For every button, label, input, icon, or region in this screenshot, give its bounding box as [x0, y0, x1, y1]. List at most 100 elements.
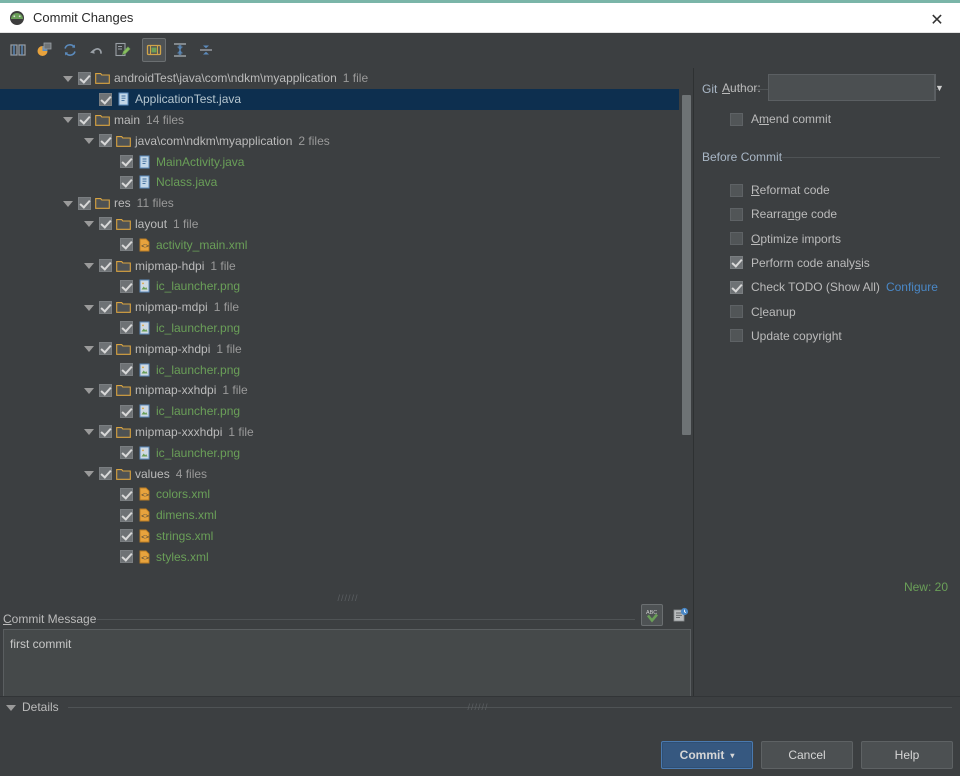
chevron-down-icon[interactable] [83, 218, 94, 229]
tree-row-checkbox[interactable] [99, 134, 112, 147]
tree-row-checkbox[interactable] [120, 280, 133, 293]
tree-row-checkbox[interactable] [120, 363, 133, 376]
tree-scrollbar[interactable] [679, 68, 693, 576]
cancel-button[interactable]: Cancel [761, 741, 853, 769]
tree-row-checkbox[interactable] [99, 342, 112, 355]
option-update-copyright[interactable]: Update copyright [730, 326, 842, 346]
chevron-down-icon [6, 702, 17, 713]
chevron-down-icon[interactable] [83, 385, 94, 396]
chevron-down-icon[interactable]: ▼ [934, 75, 944, 100]
tree-row[interactable]: main14 files [0, 110, 693, 131]
tree-row-checkbox[interactable] [120, 446, 133, 459]
tree-row-checkbox[interactable] [78, 197, 91, 210]
chevron-down-icon[interactable] [62, 73, 73, 84]
tree-row[interactable]: Nclass.java [0, 172, 693, 193]
tree-row[interactable]: <>colors.xml [0, 484, 693, 505]
tree-row-checkbox[interactable] [99, 93, 112, 106]
tree-splitter-grip[interactable]: ////// [330, 594, 366, 602]
tree-row-checkbox[interactable] [78, 113, 91, 126]
tree-row[interactable]: MainActivity.java [0, 151, 693, 172]
tree-row-checkbox[interactable] [120, 321, 133, 334]
tree-row[interactable]: ic_launcher.png [0, 401, 693, 422]
option-optimize-imports[interactable]: Optimize imports [730, 229, 841, 249]
chevron-down-icon[interactable] [83, 302, 94, 313]
group-by-directory-icon[interactable] [142, 38, 166, 62]
spellcheck-icon[interactable]: ABC [641, 604, 663, 626]
chevron-down-icon[interactable] [83, 260, 94, 271]
tree-row-checkbox[interactable] [120, 405, 133, 418]
tree-row[interactable]: <>strings.xml [0, 526, 693, 547]
tree-row-checkbox[interactable] [120, 238, 133, 251]
chevron-down-icon[interactable] [83, 135, 94, 146]
option-rearrange-code[interactable]: Rearrange code [730, 204, 837, 224]
tree-row[interactable]: ic_launcher.png [0, 276, 693, 297]
tree-row[interactable]: mipmap-mdpi1 file [0, 297, 693, 318]
tree-row[interactable]: <>styles.xml [0, 546, 693, 567]
chevron-down-icon[interactable] [83, 468, 94, 479]
tree-row[interactable]: mipmap-hdpi1 file [0, 255, 693, 276]
tree-row-count: 1 file [214, 300, 239, 314]
tree-row-checkbox[interactable] [120, 509, 133, 522]
tree-row[interactable]: <>activity_main.xml [0, 234, 693, 255]
chevron-down-icon[interactable] [62, 114, 73, 125]
tree-row-checkbox[interactable] [120, 176, 133, 189]
option-check-todo[interactable]: Check TODO (Show All)Configure [730, 277, 938, 297]
tree-row-checkbox[interactable] [78, 72, 91, 85]
configure-link[interactable]: Configure [886, 280, 938, 294]
commit-message-input[interactable] [8, 634, 678, 692]
tree-row-checkbox[interactable] [99, 425, 112, 438]
tree-row-checkbox[interactable] [99, 384, 112, 397]
tree-row-checkbox[interactable] [120, 488, 133, 501]
tree-row[interactable]: java\com\ndkm\myapplication2 files [0, 130, 693, 151]
collapse-all-icon[interactable] [194, 38, 218, 62]
tree-row-count: 1 file [222, 383, 247, 397]
tree-row-checkbox[interactable] [120, 529, 133, 542]
author-combobox[interactable]: ▼ [768, 74, 936, 101]
chevron-down-icon[interactable] [83, 426, 94, 437]
tree-row[interactable]: res11 files [0, 193, 693, 214]
tree-row-checkbox[interactable] [99, 301, 112, 314]
tree-row[interactable]: mipmap-xhdpi1 file [0, 338, 693, 359]
tree-row-checkbox[interactable] [99, 467, 112, 480]
chevron-down-icon[interactable] [62, 198, 73, 209]
tree-row[interactable]: values4 files [0, 463, 693, 484]
changed-files-tree[interactable]: androidTest\java\com\ndkm\myapplication1… [0, 68, 693, 576]
expand-all-icon[interactable] [168, 38, 192, 62]
tree-row[interactable]: androidTest\java\com\ndkm\myapplication1… [0, 68, 693, 89]
option-cleanup[interactable]: Cleanup [730, 302, 796, 322]
tree-row[interactable]: ApplicationTest.java [0, 89, 693, 110]
java-icon [137, 175, 152, 189]
amend-commit-checkbox[interactable]: Amend commit [730, 109, 831, 129]
tree-row-checkbox[interactable] [99, 217, 112, 230]
tree-row-label: layout [135, 217, 167, 231]
author-input[interactable] [769, 75, 934, 100]
details-splitter-grip[interactable]: ////// [460, 703, 496, 711]
tree-row-checkbox[interactable] [120, 155, 133, 168]
details-toggle[interactable]: Details [6, 700, 59, 714]
chevron-down-icon[interactable] [83, 343, 94, 354]
option-reformat-code[interactable]: Reformat code [730, 180, 830, 200]
commit-button[interactable]: Commit ▾ [661, 741, 753, 769]
android-studio-icon [9, 10, 25, 26]
tree-row[interactable]: ic_launcher.png [0, 318, 693, 339]
close-icon[interactable]: ✕ [914, 3, 960, 36]
tree-scrollbar-thumb[interactable] [682, 95, 691, 435]
tree-row[interactable]: ic_launcher.png [0, 359, 693, 380]
tree-row-label: colors.xml [156, 487, 210, 501]
tree-row-checkbox[interactable] [99, 259, 112, 272]
option-perform-code-analysis[interactable]: Perform code analysis [730, 253, 870, 273]
refresh-icon[interactable] [58, 38, 82, 62]
show-diff-icon[interactable] [6, 38, 30, 62]
tree-row[interactable]: mipmap-xxhdpi1 file [0, 380, 693, 401]
tree-row[interactable]: mipmap-xxxhdpi1 file [0, 422, 693, 443]
recent-messages-icon[interactable] [669, 604, 691, 626]
move-to-changelist-icon[interactable] [32, 38, 56, 62]
before-commit-title: Before Commit [702, 150, 782, 164]
edit-source-icon[interactable] [110, 38, 134, 62]
revert-icon[interactable] [84, 38, 108, 62]
help-button[interactable]: Help [861, 741, 953, 769]
tree-row-checkbox[interactable] [120, 550, 133, 563]
tree-row[interactable]: <>dimens.xml [0, 505, 693, 526]
tree-row[interactable]: ic_launcher.png [0, 442, 693, 463]
tree-row[interactable]: layout1 file [0, 214, 693, 235]
